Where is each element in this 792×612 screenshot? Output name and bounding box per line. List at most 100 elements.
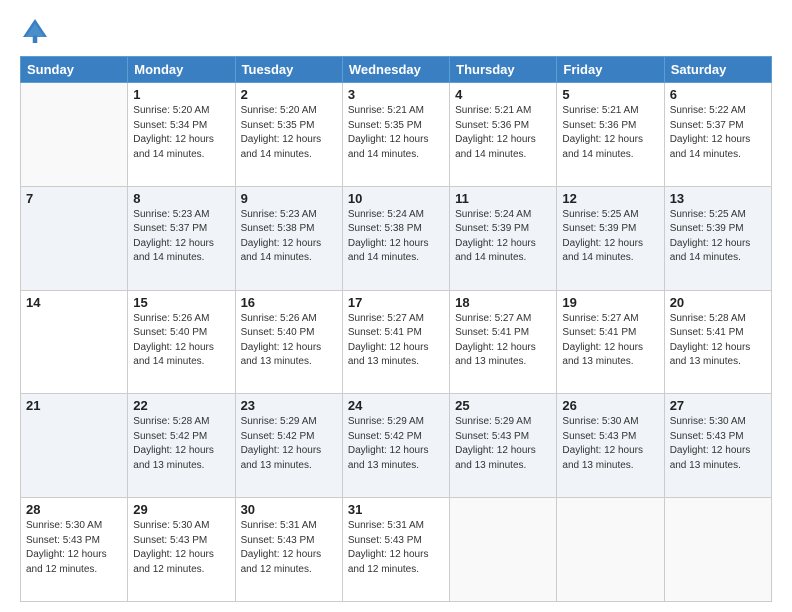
calendar-cell	[450, 498, 557, 602]
calendar-header-saturday: Saturday	[664, 57, 771, 83]
calendar-header-row: SundayMondayTuesdayWednesdayThursdayFrid…	[21, 57, 772, 83]
calendar-cell: 28 Sunrise: 5:30 AM Sunset: 5:43 PM Dayli…	[21, 498, 128, 602]
calendar-cell: 3 Sunrise: 5:21 AM Sunset: 5:35 PM Daylig…	[342, 83, 449, 187]
calendar-header-tuesday: Tuesday	[235, 57, 342, 83]
calendar-cell: 27 Sunrise: 5:30 AM Sunset: 5:43 PM Dayli…	[664, 394, 771, 498]
day-info: Sunrise: 5:22 AM Sunset: 5:37 PM Dayligh…	[670, 104, 766, 162]
day-number: 22	[133, 398, 229, 413]
calendar-cell: 12 Sunrise: 5:25 AM Sunset: 5:39 PM Dayli…	[557, 186, 664, 290]
day-number: 9	[241, 191, 337, 206]
day-info: Sunrise: 5:29 AM Sunset: 5:42 PM Dayligh…	[348, 415, 444, 473]
page: SundayMondayTuesdayWednesdayThursdayFrid…	[0, 0, 792, 612]
calendar-header-monday: Monday	[128, 57, 235, 83]
day-number: 24	[348, 398, 444, 413]
day-info: Sunrise: 5:31 AM Sunset: 5:43 PM Dayligh…	[241, 519, 337, 577]
day-info: Sunrise: 5:31 AM Sunset: 5:43 PM Dayligh…	[348, 519, 444, 577]
day-info: Sunrise: 5:28 AM Sunset: 5:42 PM Dayligh…	[133, 415, 229, 473]
day-number: 3	[348, 87, 444, 102]
day-info: Sunrise: 5:27 AM Sunset: 5:41 PM Dayligh…	[562, 312, 658, 370]
day-number: 25	[455, 398, 551, 413]
day-number: 6	[670, 87, 766, 102]
day-info: Sunrise: 5:30 AM Sunset: 5:43 PM Dayligh…	[670, 415, 766, 473]
day-info: Sunrise: 5:26 AM Sunset: 5:40 PM Dayligh…	[241, 312, 337, 370]
day-info: Sunrise: 5:23 AM Sunset: 5:38 PM Dayligh…	[241, 208, 337, 266]
day-info: Sunrise: 5:30 AM Sunset: 5:43 PM Dayligh…	[133, 519, 229, 577]
day-number: 28	[26, 502, 122, 517]
day-info: Sunrise: 5:24 AM Sunset: 5:38 PM Dayligh…	[348, 208, 444, 266]
day-info: Sunrise: 5:29 AM Sunset: 5:43 PM Dayligh…	[455, 415, 551, 473]
calendar-cell: 13 Sunrise: 5:25 AM Sunset: 5:39 PM Dayli…	[664, 186, 771, 290]
day-info: Sunrise: 5:27 AM Sunset: 5:41 PM Dayligh…	[348, 312, 444, 370]
day-info: Sunrise: 5:21 AM Sunset: 5:36 PM Dayligh…	[455, 104, 551, 162]
day-number: 31	[348, 502, 444, 517]
day-number: 26	[562, 398, 658, 413]
calendar-cell: 26 Sunrise: 5:30 AM Sunset: 5:43 PM Dayli…	[557, 394, 664, 498]
day-number: 8	[133, 191, 229, 206]
calendar-cell: 20 Sunrise: 5:28 AM Sunset: 5:41 PM Dayli…	[664, 290, 771, 394]
day-number: 16	[241, 295, 337, 310]
day-info: Sunrise: 5:28 AM Sunset: 5:41 PM Dayligh…	[670, 312, 766, 370]
logo-icon	[20, 16, 50, 46]
day-number: 10	[348, 191, 444, 206]
calendar-week-row: 21 22 Sunrise: 5:28 AM Sunset: 5:42 PM Day…	[21, 394, 772, 498]
calendar-cell: 21	[21, 394, 128, 498]
calendar-cell: 24 Sunrise: 5:29 AM Sunset: 5:42 PM Dayli…	[342, 394, 449, 498]
day-number: 21	[26, 398, 122, 413]
day-number: 12	[562, 191, 658, 206]
day-info: Sunrise: 5:21 AM Sunset: 5:35 PM Dayligh…	[348, 104, 444, 162]
day-number: 20	[670, 295, 766, 310]
calendar-week-row: 14 15 Sunrise: 5:26 AM Sunset: 5:40 PM Day…	[21, 290, 772, 394]
day-number: 4	[455, 87, 551, 102]
day-number: 5	[562, 87, 658, 102]
day-number: 29	[133, 502, 229, 517]
day-number: 17	[348, 295, 444, 310]
calendar-cell: 6 Sunrise: 5:22 AM Sunset: 5:37 PM Daylig…	[664, 83, 771, 187]
day-number: 11	[455, 191, 551, 206]
day-info: Sunrise: 5:25 AM Sunset: 5:39 PM Dayligh…	[562, 208, 658, 266]
day-number: 18	[455, 295, 551, 310]
day-info: Sunrise: 5:27 AM Sunset: 5:41 PM Dayligh…	[455, 312, 551, 370]
calendar-cell	[21, 83, 128, 187]
calendar-week-row: 1 Sunrise: 5:20 AM Sunset: 5:34 PM Daylig…	[21, 83, 772, 187]
calendar-cell: 1 Sunrise: 5:20 AM Sunset: 5:34 PM Daylig…	[128, 83, 235, 187]
day-number: 13	[670, 191, 766, 206]
calendar-cell: 31 Sunrise: 5:31 AM Sunset: 5:43 PM Dayli…	[342, 498, 449, 602]
day-info: Sunrise: 5:30 AM Sunset: 5:43 PM Dayligh…	[562, 415, 658, 473]
calendar-header-sunday: Sunday	[21, 57, 128, 83]
calendar-cell	[664, 498, 771, 602]
calendar-cell: 30 Sunrise: 5:31 AM Sunset: 5:43 PM Dayli…	[235, 498, 342, 602]
header	[20, 16, 772, 46]
calendar-table: SundayMondayTuesdayWednesdayThursdayFrid…	[20, 56, 772, 602]
day-info: Sunrise: 5:25 AM Sunset: 5:39 PM Dayligh…	[670, 208, 766, 266]
day-number: 27	[670, 398, 766, 413]
day-info: Sunrise: 5:26 AM Sunset: 5:40 PM Dayligh…	[133, 312, 229, 370]
day-info: Sunrise: 5:21 AM Sunset: 5:36 PM Dayligh…	[562, 104, 658, 162]
day-info: Sunrise: 5:20 AM Sunset: 5:34 PM Dayligh…	[133, 104, 229, 162]
calendar-cell: 25 Sunrise: 5:29 AM Sunset: 5:43 PM Dayli…	[450, 394, 557, 498]
calendar-cell: 19Sunrise: 5:27 AM Sunset: 5:41 PM Dayli…	[557, 290, 664, 394]
day-number: 1	[133, 87, 229, 102]
calendar-header-friday: Friday	[557, 57, 664, 83]
logo	[20, 16, 54, 46]
calendar-week-row: 78Sunrise: 5:23 AM Sunset: 5:37 PM Dayli…	[21, 186, 772, 290]
day-number: 14	[26, 295, 122, 310]
calendar-cell: 29 Sunrise: 5:30 AM Sunset: 5:43 PM Dayli…	[128, 498, 235, 602]
calendar-cell: 11Sunrise: 5:24 AM Sunset: 5:39 PM Dayli…	[450, 186, 557, 290]
day-info: Sunrise: 5:30 AM Sunset: 5:43 PM Dayligh…	[26, 519, 122, 577]
calendar-cell: 16 Sunrise: 5:26 AM Sunset: 5:40 PM Dayli…	[235, 290, 342, 394]
day-number: 2	[241, 87, 337, 102]
calendar-cell: 2Sunrise: 5:20 AM Sunset: 5:35 PM Daylig…	[235, 83, 342, 187]
calendar-cell: 17 Sunrise: 5:27 AM Sunset: 5:41 PM Dayli…	[342, 290, 449, 394]
calendar-cell: 9 Sunrise: 5:23 AM Sunset: 5:38 PM Daylig…	[235, 186, 342, 290]
day-number: 30	[241, 502, 337, 517]
calendar-cell: 5 Sunrise: 5:21 AM Sunset: 5:36 PM Daylig…	[557, 83, 664, 187]
day-number: 23	[241, 398, 337, 413]
calendar-cell: 14	[21, 290, 128, 394]
calendar-week-row: 28 Sunrise: 5:30 AM Sunset: 5:43 PM Dayli…	[21, 498, 772, 602]
calendar-cell: 15 Sunrise: 5:26 AM Sunset: 5:40 PM Dayli…	[128, 290, 235, 394]
day-number: 7	[26, 191, 122, 206]
calendar-cell: 23Sunrise: 5:29 AM Sunset: 5:42 PM Dayli…	[235, 394, 342, 498]
calendar-header-wednesday: Wednesday	[342, 57, 449, 83]
day-number: 15	[133, 295, 229, 310]
calendar-cell: 10 Sunrise: 5:24 AM Sunset: 5:38 PM Dayli…	[342, 186, 449, 290]
